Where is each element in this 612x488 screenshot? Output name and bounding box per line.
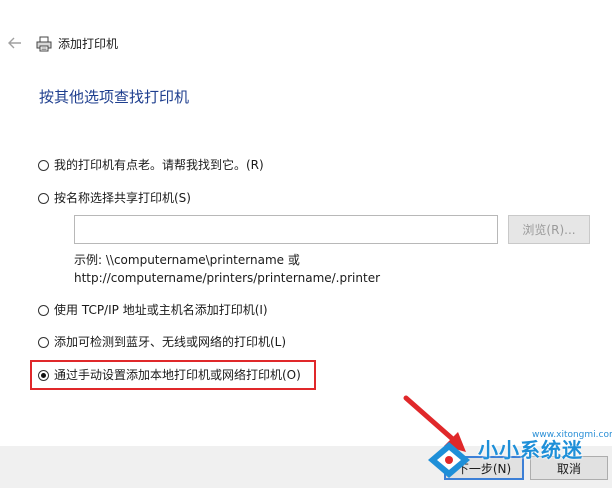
radio-shared-printer[interactable] xyxy=(38,192,49,204)
watermark-logo-icon xyxy=(428,442,470,478)
example-line-2: http://computername/printers/printername… xyxy=(74,271,381,285)
radio-tcp-ip[interactable] xyxy=(38,304,49,316)
option-tcp-ip[interactable]: 使用 TCP/IP 地址或主机名添加打印机(I) xyxy=(38,301,268,319)
radio-bluetooth-wireless[interactable] xyxy=(38,336,49,348)
option-bluetooth-wireless[interactable]: 添加可检测到蓝牙、无线或网络的打印机(L) xyxy=(38,333,286,351)
option-tcp-ip-label: 使用 TCP/IP 地址或主机名添加打印机(I) xyxy=(54,303,268,317)
title-bar: 添加打印机 xyxy=(0,0,612,62)
watermark-text: 小小系统迷 xyxy=(478,438,583,462)
option-old-printer-label: 我的打印机有点老。请帮我找到它。(R) xyxy=(54,158,264,172)
watermark: www.xitongmi.com 小小系统迷 xyxy=(424,430,612,488)
page-heading: 按其他选项查找打印机 xyxy=(39,88,190,106)
example-line-1: 示例: \\computername\printername 或 xyxy=(74,253,300,267)
back-arrow-icon[interactable] xyxy=(8,36,22,50)
option-shared-printer[interactable]: 按名称选择共享打印机(S) xyxy=(38,189,191,207)
highlight-box xyxy=(30,360,316,390)
browse-button[interactable]: 浏览(R)... xyxy=(508,215,590,244)
option-bluetooth-wireless-label: 添加可检测到蓝牙、无线或网络的打印机(L) xyxy=(54,335,287,349)
option-shared-printer-label: 按名称选择共享打印机(S) xyxy=(54,191,191,205)
printer-icon xyxy=(36,36,52,52)
shared-printer-path-input[interactable] xyxy=(74,215,498,244)
radio-old-printer[interactable] xyxy=(38,159,49,171)
option-old-printer[interactable]: 我的打印机有点老。请帮我找到它。(R) xyxy=(38,156,264,174)
window-title: 添加打印机 xyxy=(58,37,119,51)
